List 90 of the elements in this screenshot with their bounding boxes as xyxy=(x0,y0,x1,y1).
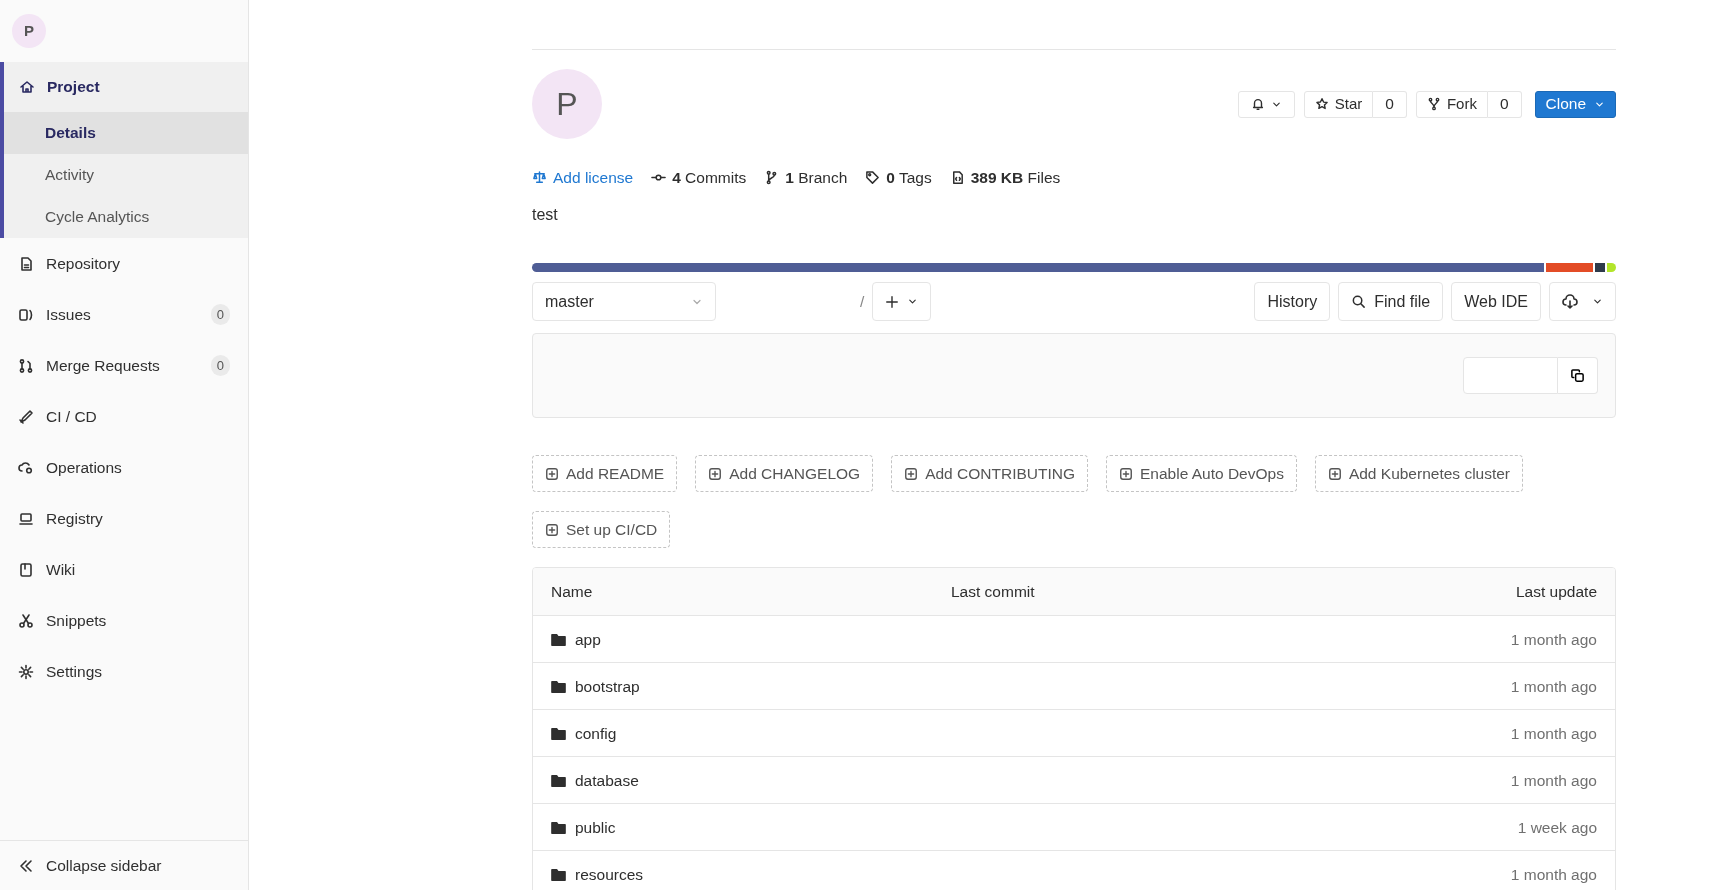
sidebar-subitem[interactable]: Details xyxy=(4,112,248,154)
plus-square-icon xyxy=(904,466,919,481)
path-separator: / xyxy=(860,292,865,313)
folder-link[interactable]: app xyxy=(575,627,601,651)
fork-button[interactable]: Fork xyxy=(1415,90,1488,118)
clone-button[interactable]: Clone xyxy=(1534,90,1616,118)
update-time: 1 month ago xyxy=(1510,864,1597,885)
cloud-gear-icon xyxy=(18,459,34,476)
book-icon xyxy=(18,561,34,578)
sidebar-item[interactable]: Registry xyxy=(0,493,248,544)
project-description: test xyxy=(532,205,559,226)
scale-icon xyxy=(532,170,547,186)
plus-square-icon xyxy=(1119,466,1133,481)
update-time: 1 month ago xyxy=(1510,723,1597,744)
folder-icon xyxy=(551,678,566,694)
folder-icon xyxy=(551,772,566,788)
document-icon xyxy=(18,255,34,272)
notification-button[interactable] xyxy=(1237,90,1295,118)
update-time: 1 month ago xyxy=(1510,676,1597,697)
column-header: Last commit xyxy=(951,582,1036,603)
home-icon xyxy=(19,79,35,95)
folder-icon xyxy=(551,819,566,835)
column-header: Last update xyxy=(1516,582,1597,603)
project-avatar: P xyxy=(532,69,602,139)
copy-icon xyxy=(1570,368,1585,384)
toolbar-button[interactable]: Find file xyxy=(1338,282,1444,322)
update-time: 1 month ago xyxy=(1510,629,1597,650)
sidebar-subitem[interactable]: Cycle Analytics xyxy=(4,196,248,238)
plus-square-icon xyxy=(708,466,723,481)
update-time: 1 week ago xyxy=(1517,817,1597,838)
suggestion-button[interactable]: Add CONTRIBUTING xyxy=(891,455,1088,493)
sidebar-item[interactable]: Repository xyxy=(0,238,248,289)
fork-count: 0 xyxy=(1487,90,1522,118)
sidebar-item[interactable]: Settings xyxy=(0,646,248,697)
project-stat: 4 Commits xyxy=(651,166,747,190)
toolbar-button[interactable]: History xyxy=(1254,282,1331,322)
scissors-icon xyxy=(18,612,34,629)
project-avatar[interactable]: P xyxy=(12,14,46,48)
branch-dropdown[interactable]: master xyxy=(532,282,716,322)
toolbar-button[interactable]: Web IDE xyxy=(1451,282,1541,322)
sidebar-item[interactable]: Issues 0 xyxy=(0,289,248,340)
project-stat: 389 KB Files xyxy=(949,166,1061,190)
sidebar-item[interactable]: Wiki xyxy=(0,544,248,595)
folder-link[interactable]: config xyxy=(575,721,617,745)
update-time: 1 month ago xyxy=(1510,770,1597,791)
suggestion-button[interactable]: Add CHANGELOG xyxy=(695,455,874,493)
download-button[interactable] xyxy=(1549,282,1616,322)
star-count: 0 xyxy=(1373,90,1407,118)
plus-square-icon xyxy=(545,466,559,481)
suggestion-button[interactable]: Add Kubernetes cluster xyxy=(1314,455,1524,493)
sidebar-item[interactable]: Snippets xyxy=(0,595,248,646)
collapse-sidebar-button[interactable]: Collapse sidebar xyxy=(0,840,248,890)
suggestion-button[interactable]: Add README xyxy=(532,455,678,493)
copy-button[interactable] xyxy=(1558,357,1598,395)
plus-icon xyxy=(885,294,900,309)
plus-square-icon xyxy=(545,522,559,537)
add-dropdown-button[interactable] xyxy=(872,282,932,322)
folder-icon xyxy=(551,866,566,882)
sidebar-item[interactable]: Project xyxy=(4,62,248,112)
add-license-link[interactable]: Add license xyxy=(532,166,634,190)
bell-icon xyxy=(1250,97,1265,111)
fork-icon xyxy=(1426,97,1441,111)
double-chevron-icon xyxy=(18,857,34,874)
folder-link[interactable]: public xyxy=(575,815,616,839)
count-badge: 0 xyxy=(210,354,230,377)
tag-icon xyxy=(865,170,881,186)
folder-icon xyxy=(551,631,566,647)
count-badge: 0 xyxy=(210,303,230,326)
merge-request-icon xyxy=(18,357,34,374)
sidebar-subitem[interactable]: Activity xyxy=(4,154,248,196)
folder-icon xyxy=(551,725,566,741)
star-button[interactable]: Star xyxy=(1303,90,1374,118)
sidebar-item[interactable]: Operations xyxy=(0,442,248,493)
issues-icon xyxy=(18,306,34,323)
star-icon xyxy=(1314,97,1329,111)
project-stat: 0 Tags xyxy=(865,166,932,190)
plus-square-icon xyxy=(1327,466,1342,481)
sidebar-item[interactable]: CI / CD xyxy=(0,391,248,442)
laptop-icon xyxy=(18,510,34,527)
cloud-download-icon xyxy=(1562,293,1578,310)
url-field[interactable] xyxy=(1463,357,1558,395)
project-stat: 1 Branch xyxy=(764,166,848,190)
folder-link[interactable]: bootstrap xyxy=(575,674,640,698)
folder-link[interactable]: database xyxy=(575,768,639,792)
folder-link[interactable]: resources xyxy=(575,862,644,886)
suggestion-button[interactable]: Set up CI/CD xyxy=(532,511,671,549)
sidebar-item[interactable]: Merge Requests 0 xyxy=(0,340,248,391)
search-icon xyxy=(1351,294,1367,310)
column-header: Name xyxy=(551,582,594,603)
suggestion-button[interactable]: Enable Auto DevOps xyxy=(1106,455,1297,493)
